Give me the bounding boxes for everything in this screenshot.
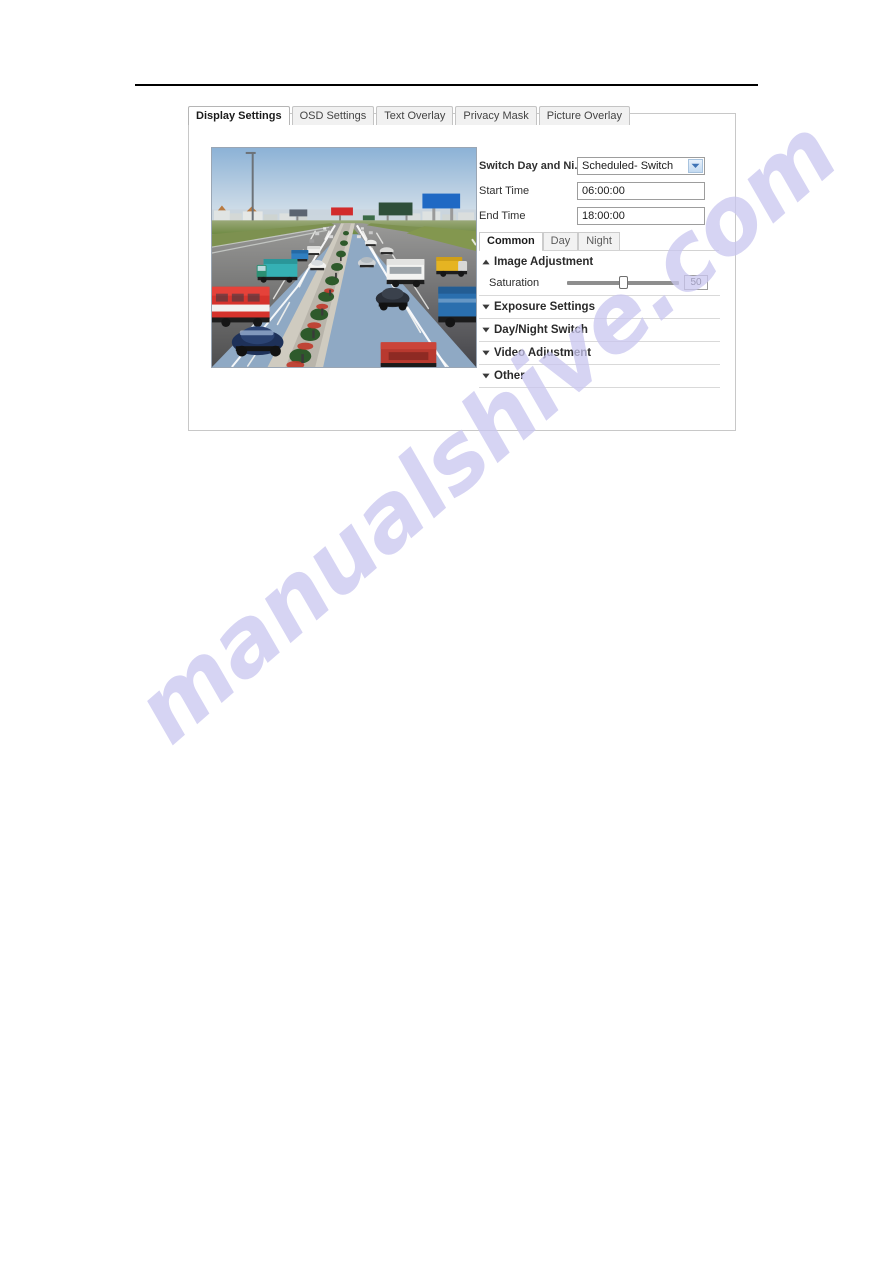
accordion-item-other: Other — [479, 365, 720, 388]
live-video-preview[interactable] — [211, 147, 477, 368]
accordion-title: Exposure Settings — [494, 301, 595, 313]
accordion-item-exposure-settings: Exposure Settings — [479, 296, 720, 319]
tab-display-settings[interactable]: Display Settings — [188, 106, 290, 126]
subtab-night[interactable]: Night — [578, 232, 620, 250]
slider-thumb[interactable] — [619, 276, 628, 289]
chevron-down-icon[interactable] — [688, 158, 703, 173]
caret-down-icon — [480, 325, 491, 336]
switch-day-night-select[interactable]: Scheduled- Switch — [577, 156, 705, 175]
accordion-header-other[interactable]: Other — [479, 365, 720, 387]
subtab-label: Common — [487, 235, 535, 247]
tab-label: Text Overlay — [384, 110, 446, 122]
tab-label: Privacy Mask — [463, 110, 529, 122]
accordion-header-exposure-settings[interactable]: Exposure Settings — [479, 296, 720, 318]
switch-day-night-label: Switch Day and Ni... — [479, 159, 577, 172]
switch-day-night-row: Switch Day and Ni... Scheduled- Switch — [479, 155, 725, 176]
caret-up-icon — [480, 257, 491, 268]
start-time-label: Start Time — [479, 184, 530, 197]
tab-text-overlay[interactable]: Text Overlay — [376, 106, 454, 125]
caret-down-icon — [480, 302, 491, 313]
watermark: manualshive.com — [115, 99, 857, 930]
tab-privacy-mask[interactable]: Privacy Mask — [455, 106, 537, 125]
end-time-label: End Time — [479, 209, 526, 222]
accordion-item-image-adjustment: Image Adjustment Saturation — [479, 251, 720, 296]
tab-osd-settings[interactable]: OSD Settings — [291, 106, 375, 125]
accordion-title: Day/Night Switch — [494, 324, 588, 336]
accordion-body-image-adjustment: Saturation — [479, 273, 720, 295]
saturation-value-input[interactable] — [684, 275, 708, 290]
subtab-label: Night — [586, 235, 612, 247]
panel-body: Switch Day and Ni... Scheduled- Switch S… — [189, 125, 735, 430]
saturation-label: Saturation — [489, 276, 540, 289]
end-time-row: End Time — [479, 205, 725, 226]
accordion-title: Other — [494, 370, 525, 382]
accordion-item-day-night-switch: Day/Night Switch — [479, 319, 720, 342]
start-time-row: Start Time — [479, 180, 725, 201]
accordion-header-day-night-switch[interactable]: Day/Night Switch — [479, 319, 720, 341]
tab-label: OSD Settings — [299, 110, 367, 122]
accordion-header-image-adjustment[interactable]: Image Adjustment — [479, 251, 720, 273]
saturation-row: Saturation — [479, 274, 720, 291]
tab-label: Picture Overlay — [546, 110, 622, 122]
accordion-item-video-adjustment: Video Adjustment — [479, 342, 720, 365]
accordion-title: Video Adjustment — [494, 347, 592, 359]
subtab-day[interactable]: Day — [542, 232, 579, 250]
saturation-slider[interactable] — [567, 276, 679, 289]
subtab-common[interactable]: Common — [479, 232, 543, 251]
tab-label: Display Settings — [196, 110, 282, 122]
end-time-input[interactable] — [577, 206, 705, 225]
caret-down-icon — [480, 348, 491, 359]
accordion-title: Image Adjustment — [494, 256, 594, 268]
main-tab-bar: Display Settings OSD Settings Text Overl… — [188, 104, 737, 126]
settings-accordion: Image Adjustment Saturation 50 Exposure … — [479, 251, 720, 388]
select-value: Scheduled- Switch — [582, 159, 674, 172]
caret-down-icon — [480, 371, 491, 382]
tab-picture-overlay[interactable]: Picture Overlay — [538, 106, 630, 125]
settings-column: Switch Day and Ni... Scheduled- Switch S… — [479, 155, 725, 388]
start-time-input[interactable] — [577, 181, 705, 200]
accordion-header-video-adjustment[interactable]: Video Adjustment — [479, 342, 720, 364]
display-settings-panel: Display Settings OSD Settings Text Overl… — [188, 106, 736, 431]
page-header-rule — [135, 84, 758, 86]
highway-scene-image — [212, 148, 476, 367]
subtab-label: Day — [550, 235, 571, 247]
profile-subtab-bar: Common Day Night — [479, 231, 719, 251]
